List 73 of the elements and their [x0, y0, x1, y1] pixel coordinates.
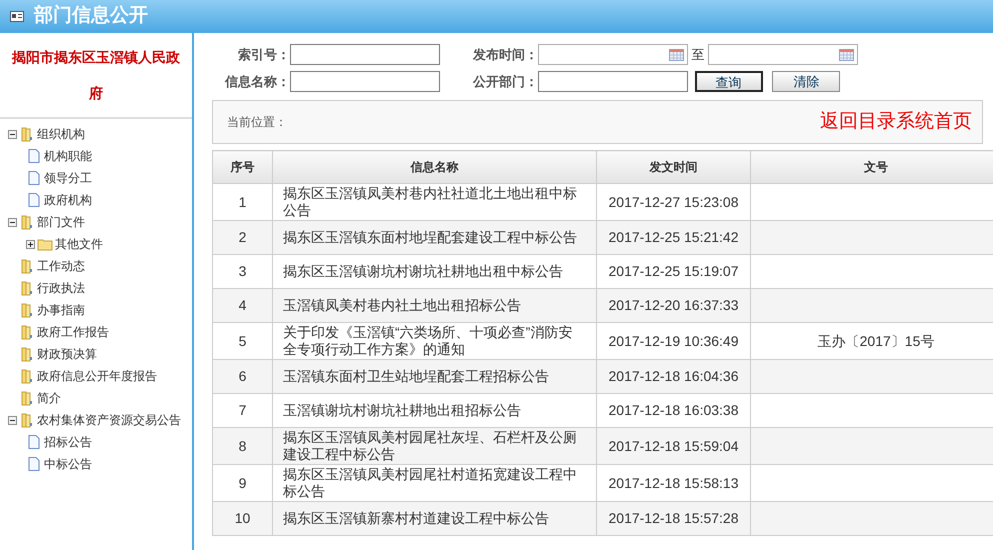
column-header: 发文时间	[596, 150, 750, 184]
folder-icon	[19, 280, 35, 296]
tree-item[interactable]: 工作动态	[37, 257, 85, 275]
document-icon	[26, 434, 42, 450]
document-icon	[26, 148, 42, 164]
column-header: 信息名称	[272, 150, 596, 184]
expand-toggle[interactable]	[26, 240, 35, 248]
tree-item[interactable]: 招标公告	[44, 433, 92, 451]
date-field[interactable]	[708, 44, 858, 65]
home-link[interactable]: 返回目录系统首页	[820, 108, 972, 136]
table-cell[interactable]: 揭东区玉滘镇东面村地埕配套建设工程中标公告	[272, 220, 596, 254]
folder-icon	[19, 126, 35, 142]
index-field[interactable]	[290, 44, 440, 65]
field-label: 索引号：	[237, 46, 290, 64]
tree-item[interactable]: 中标公告	[44, 455, 92, 473]
folder-icon	[19, 214, 35, 230]
range-separator: 至	[691, 46, 704, 64]
department-field[interactable]	[538, 71, 688, 92]
table-cell: 2017-12-18 16:04:36	[596, 360, 750, 394]
table-cell: 6	[212, 360, 272, 394]
document-icon	[26, 456, 42, 472]
folder-icon	[19, 324, 35, 340]
table-cell: 2017-12-18 15:57:28	[596, 502, 750, 536]
document-icon	[26, 192, 42, 208]
table-cell[interactable]: 玉滘镇凤美村巷内社土地出租招标公告	[272, 288, 596, 322]
folder-icon	[19, 346, 35, 362]
table-cell: 2	[212, 220, 272, 254]
field-label: 发布时间：	[472, 46, 538, 64]
tree-item[interactable]: 政府机构	[44, 191, 92, 209]
table-cell: 2017-12-20 16:37:33	[596, 288, 750, 322]
tree-item[interactable]: 财政预决算	[37, 345, 97, 363]
clear-button[interactable]: 清除	[772, 71, 840, 92]
table-cell[interactable]: 揭东区玉滘镇凤美村园尾社灰埕、石栏杆及公厕建设工程中标公告	[272, 428, 596, 464]
tree-item[interactable]: 农村集体资产资源交易公告	[37, 411, 181, 429]
folder-icon	[19, 390, 35, 406]
column-header: 序号	[212, 150, 272, 184]
table-cell: 10	[212, 502, 272, 536]
table-cell[interactable]: 玉滘镇东面村卫生站地埕配套工程招标公告	[272, 360, 596, 394]
tree-item[interactable]: 行政执法	[37, 279, 85, 297]
date-field[interactable]	[538, 44, 688, 65]
collapse-toggle[interactable]	[8, 416, 17, 424]
table-cell: 4	[212, 288, 272, 322]
column-header: 文号	[750, 150, 993, 184]
calendar-icon[interactable]	[838, 48, 854, 60]
card-icon	[10, 11, 24, 22]
collapse-toggle[interactable]	[8, 130, 17, 138]
document-icon	[26, 170, 42, 186]
folder-icon	[19, 302, 35, 318]
location-label: 当前位置：	[227, 114, 287, 131]
tree-item[interactable]: 其他文件	[55, 235, 103, 253]
folder-icon	[19, 368, 35, 384]
tree-item[interactable]: 政府工作报告	[37, 323, 109, 341]
tree-item[interactable]: 部门文件	[37, 213, 85, 231]
organization-name: 揭阳市揭东区玉滘镇人民政府	[0, 33, 192, 119]
table-cell[interactable]: 揭东区玉滘镇新寨村村道建设工程中标公告	[272, 502, 596, 536]
tree-item[interactable]: 简介	[37, 389, 61, 407]
field-label: 公开部门：	[472, 72, 538, 91]
page-title: 部门信息公开	[34, 4, 148, 28]
tree-item[interactable]: 政府信息公开年度报告	[37, 367, 157, 385]
tree-item[interactable]: 机构职能	[44, 147, 92, 165]
tree-item[interactable]: 领导分工	[44, 169, 92, 187]
tree-item[interactable]: 组织机构	[37, 125, 85, 143]
table-cell: 8	[212, 428, 272, 464]
table-cell: 2017-12-25 15:21:42	[596, 220, 750, 254]
query-button[interactable]: 查询	[694, 71, 762, 92]
calendar-icon[interactable]	[669, 48, 684, 60]
collapse-toggle[interactable]	[8, 218, 17, 226]
tree-item[interactable]: 办事指南	[37, 301, 85, 319]
field-label: 信息名称：	[224, 72, 290, 91]
name-field[interactable]	[290, 71, 440, 92]
folder-icon	[19, 258, 35, 274]
folder-icon	[19, 412, 35, 428]
table-cell: 2017-12-18 15:59:04	[596, 428, 750, 464]
